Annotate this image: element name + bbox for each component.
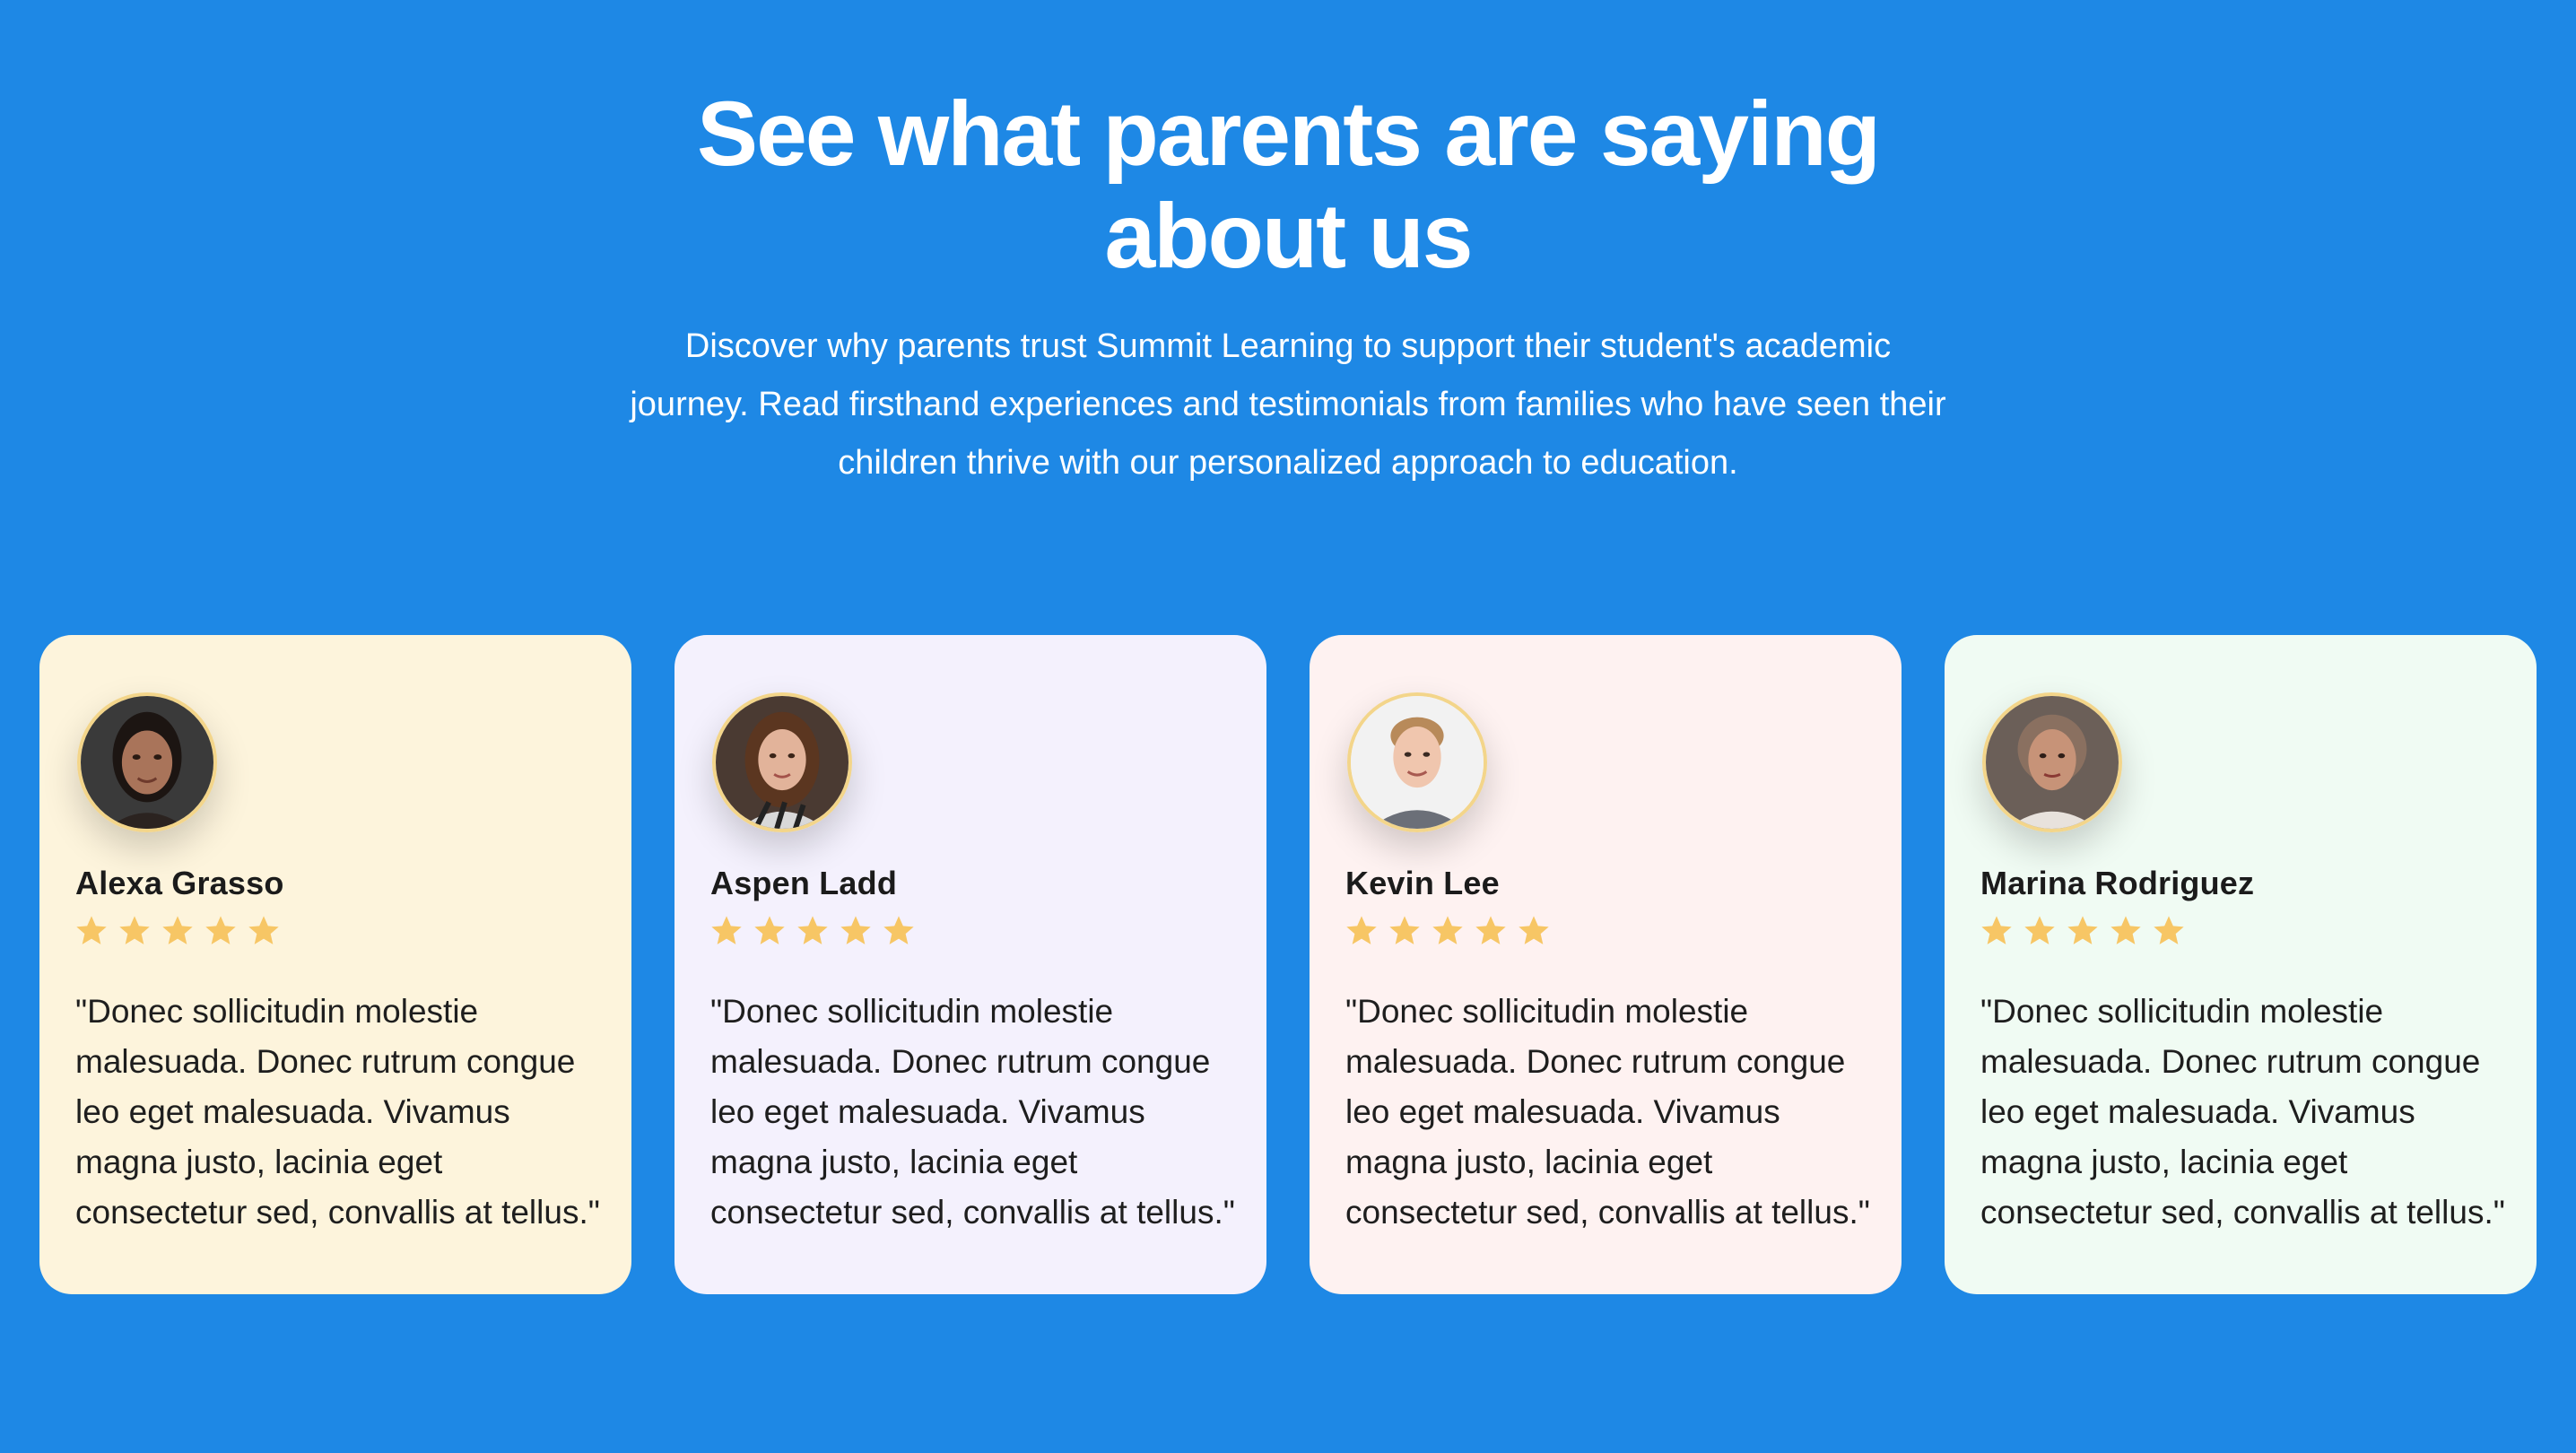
star-icon bbox=[797, 916, 828, 944]
star-icon bbox=[1475, 916, 1506, 944]
quote-line: leo eget malesuada. Vivamus bbox=[1980, 1093, 2415, 1130]
star-icon bbox=[883, 916, 914, 944]
star-icon bbox=[162, 916, 193, 944]
star-icon bbox=[119, 916, 150, 944]
star-icon bbox=[754, 916, 785, 944]
testimonial-card-alexa-grasso: Alexa Grasso "Donec sollicitudin molesti… bbox=[39, 635, 631, 1294]
reviewer-name: Aspen Ladd bbox=[710, 865, 898, 901]
quote-line: magna justo, lacinia eget bbox=[710, 1144, 1078, 1180]
star-icon bbox=[2024, 916, 2055, 944]
section-subtitle-line-1: Discover why parents trust Summit Learni… bbox=[684, 327, 1892, 365]
testimonial-quote: "Donec sollicitudin molestie malesuada. … bbox=[75, 987, 605, 1238]
quote-line: "Donec sollicitudin molestie bbox=[1345, 993, 1749, 1030]
quote-line: leo eget malesuada. Vivamus bbox=[75, 1093, 510, 1130]
avatar bbox=[712, 692, 852, 832]
testimonial-quote: "Donec sollicitudin molestie malesuada. … bbox=[1980, 987, 2510, 1238]
star-icon bbox=[1346, 916, 1377, 944]
quote-line: consectetur sed, convallis at tellus." bbox=[75, 1194, 600, 1231]
quote-line: "Donec sollicitudin molestie bbox=[1980, 993, 2384, 1030]
quote-line: "Donec sollicitudin molestie bbox=[710, 993, 1114, 1030]
quote-line: magna justo, lacinia eget bbox=[1980, 1144, 2348, 1180]
quote-line: "Donec sollicitudin molestie bbox=[75, 993, 479, 1030]
quote-line: magna justo, lacinia eget bbox=[1345, 1144, 1713, 1180]
star-rating bbox=[1344, 913, 1552, 949]
quote-line: malesuada. Donec rutrum congue bbox=[75, 1043, 576, 1080]
star-rating bbox=[709, 913, 917, 949]
quote-line: leo eget malesuada. Vivamus bbox=[710, 1093, 1145, 1130]
star-icon bbox=[1389, 916, 1420, 944]
quote-line: malesuada. Donec rutrum congue bbox=[1345, 1043, 1846, 1080]
star-rating bbox=[1979, 913, 2187, 949]
star-icon bbox=[1519, 916, 1549, 944]
star-icon bbox=[2110, 916, 2141, 944]
section-subtitle-line-2: journey. Read firsthand experiences and … bbox=[630, 386, 1946, 423]
avatar bbox=[1347, 692, 1487, 832]
quote-line: magna justo, lacinia eget bbox=[75, 1144, 443, 1180]
star-icon bbox=[711, 916, 742, 944]
star-icon bbox=[248, 916, 279, 944]
star-icon bbox=[205, 916, 236, 944]
section-title: See what parents are saying about us bbox=[570, 83, 2006, 287]
star-icon bbox=[1432, 916, 1463, 944]
section-subtitle: Discover why parents trust Summit Learni… bbox=[570, 318, 2006, 492]
section-title-line-1: See what parents are saying bbox=[697, 83, 1881, 185]
testimonial-quote: "Donec sollicitudin molestie malesuada. … bbox=[710, 987, 1240, 1238]
quote-line: consectetur sed, convallis at tellus." bbox=[1980, 1194, 2505, 1231]
quote-line: consectetur sed, convallis at tellus." bbox=[710, 1194, 1235, 1231]
testimonial-card-aspen-ladd: Aspen Ladd "Donec sollicitudin molestie … bbox=[674, 635, 1266, 1294]
quote-line: leo eget malesuada. Vivamus bbox=[1345, 1093, 1780, 1130]
reviewer-name: Marina Rodriguez bbox=[1980, 865, 2255, 901]
star-icon bbox=[76, 916, 107, 944]
section-title-line-2: about us bbox=[1104, 185, 1474, 287]
quote-line: consectetur sed, convallis at tellus." bbox=[1345, 1194, 1870, 1231]
reviewer-name: Alexa Grasso bbox=[75, 865, 284, 901]
avatar bbox=[77, 692, 217, 832]
testimonial-card-marina-rodriguez: Marina Rodriguez "Donec sollicitudin mol… bbox=[1945, 635, 2537, 1294]
testimonial-cards: Alexa Grasso "Donec sollicitudin molesti… bbox=[39, 635, 2537, 1295]
avatar bbox=[1982, 692, 2122, 832]
testimonial-card-kevin-lee: Kevin Lee "Donec sollicitudin molestie m… bbox=[1310, 635, 1902, 1294]
testimonial-quote: "Donec sollicitudin molestie malesuada. … bbox=[1345, 987, 1875, 1238]
section-subtitle-line-3: children thrive with our personalized ap… bbox=[838, 444, 1738, 482]
star-rating bbox=[74, 913, 282, 949]
reviewer-name: Kevin Lee bbox=[1345, 865, 1500, 901]
star-icon bbox=[840, 916, 871, 944]
star-icon bbox=[2154, 916, 2184, 944]
quote-line: malesuada. Donec rutrum congue bbox=[1980, 1043, 2481, 1080]
star-icon bbox=[1981, 916, 2012, 944]
star-icon bbox=[2067, 916, 2098, 944]
quote-line: malesuada. Donec rutrum congue bbox=[710, 1043, 1211, 1080]
